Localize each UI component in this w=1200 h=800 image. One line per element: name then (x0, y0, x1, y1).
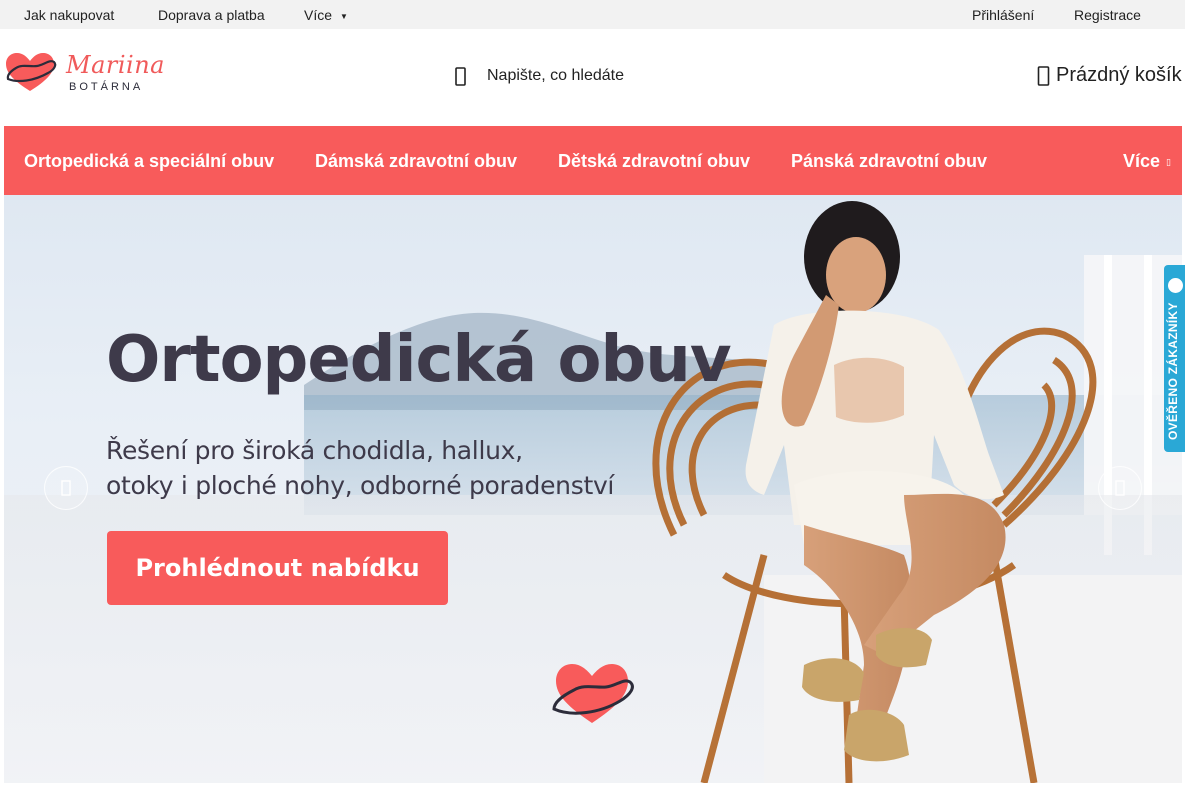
nav-item-children[interactable]: Dětská zdravotní obuv (558, 151, 750, 172)
browse-offer-button[interactable]: Prohlédnout nabídku (107, 531, 448, 605)
verified-by-customers-badge[interactable]: OVĚŘENO ZÁKAZNÍKY (1164, 265, 1185, 452)
nav-item-orthopedic[interactable]: Ortopedická a speciální obuv (24, 151, 274, 172)
rectangle-glyph-icon (1115, 480, 1125, 496)
carousel-next-button[interactable] (1098, 466, 1142, 510)
logo-subtitle: BOTÁRNA (69, 81, 144, 93)
hero-subtitle-line: Řešení pro široká chodidla, hallux, (106, 436, 523, 465)
rectangle-glyph-icon (61, 480, 71, 496)
nav-item-women[interactable]: Dámská zdravotní obuv (315, 151, 517, 172)
hero-banner[interactable]: Ortopedická obuv Řešení pro široká chodi… (4, 195, 1182, 783)
main-navigation: Ortopedická a speciální obuv Dámská zdra… (4, 126, 1182, 195)
cart-icon (1037, 66, 1050, 86)
site-header: Mariina BOTÁRNA Prázdný košík (0, 29, 1185, 126)
hero-subtitle: Řešení pro široká chodidla, hallux, otok… (106, 433, 666, 503)
nav-more-menu[interactable]: Více ▯ (1123, 151, 1171, 172)
more-menu[interactable]: Více ▼ (304, 7, 348, 23)
search-input[interactable] (487, 67, 687, 85)
heart-shoe-logo-icon (6, 53, 57, 91)
chevron-down-icon: ▼ (340, 11, 348, 21)
register-link[interactable]: Registrace (1074, 7, 1141, 23)
search-box[interactable] (450, 59, 690, 95)
hero-title: Ortopedická obuv (106, 323, 732, 397)
login-link[interactable]: Přihlášení (972, 7, 1034, 23)
chevron-down-icon: ▯ (1166, 156, 1171, 167)
top-utility-bar: Jak nakupovat Doprava a platba Více ▼ Při… (0, 0, 1185, 29)
hero-subtitle-line: otoky i ploché nohy, odborné poradenství (106, 471, 615, 500)
search-icon[interactable] (454, 65, 470, 87)
nav-more-label: Více (1123, 151, 1161, 171)
badge-text: OVĚŘENO ZÁKAZNÍKY (1166, 302, 1180, 440)
verified-seal-icon (1168, 278, 1183, 293)
site-logo[interactable]: Mariina BOTÁRNA (4, 51, 164, 101)
nav-item-men[interactable]: Pánská zdravotní obuv (791, 151, 987, 172)
cart-label: Prázdný košík (1056, 64, 1182, 86)
cart-button[interactable]: Prázdný košík (1034, 63, 1184, 93)
more-menu-label: Více (304, 7, 333, 23)
logo-name: Mariina (66, 51, 165, 79)
how-to-buy-link[interactable]: Jak nakupovat (24, 7, 114, 23)
carousel-prev-button[interactable] (44, 466, 88, 510)
shipping-payment-link[interactable]: Doprava a platba (158, 7, 265, 23)
